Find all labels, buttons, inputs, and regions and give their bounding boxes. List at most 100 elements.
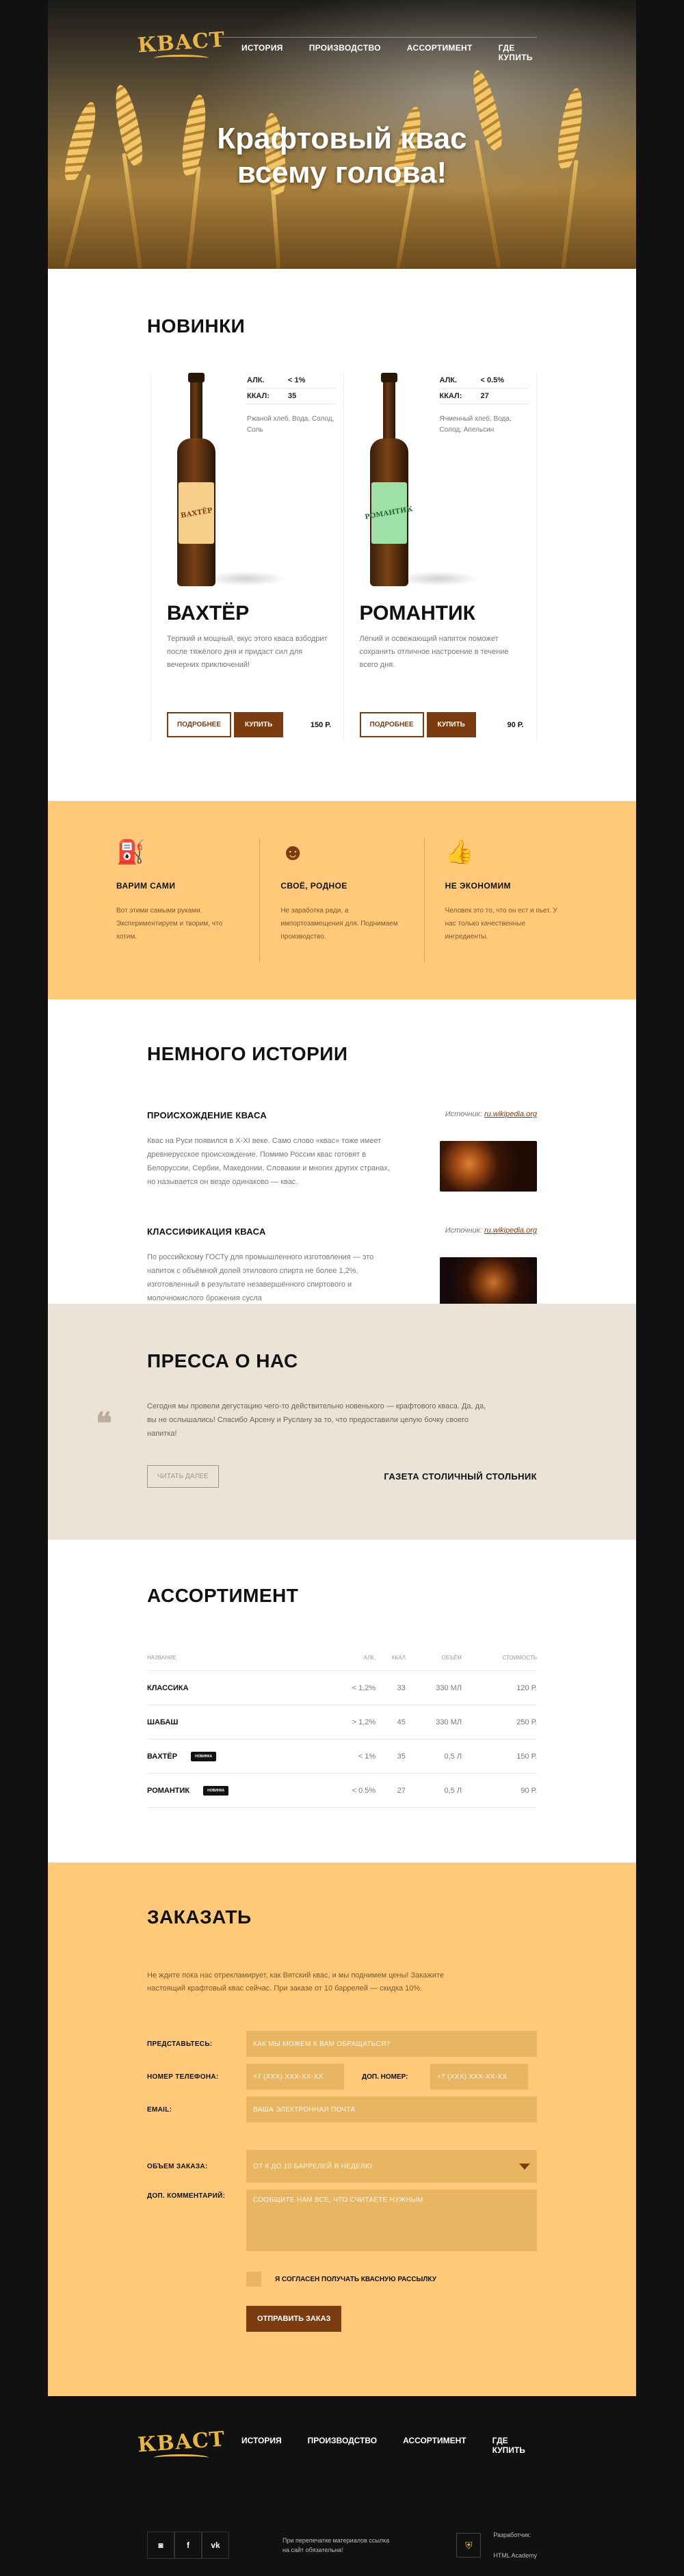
main-nav: КВАСТ ИСТОРИЯ ПРОИЗВОДСТВО АССОРТИМЕНТ Г… <box>48 0 636 103</box>
feature-item: ⛽ ВАРИМ САМИ Вот этими самыми руками. Эк… <box>96 839 261 962</box>
price-cell: 150 Р. <box>462 1739 537 1774</box>
footer-link-assortment[interactable]: АССОРТИМЕНТ <box>403 2436 466 2455</box>
alc-label: АЛК. <box>247 376 265 384</box>
bottle-label: РОМАНТИК <box>364 505 414 521</box>
nav-link-history[interactable]: ИСТОРИЯ <box>241 43 283 62</box>
email-label: EMAIL: <box>147 2105 172 2114</box>
hero: КВАСТ ИСТОРИЯ ПРОИЗВОДСТВО АССОРТИМЕНТ Г… <box>48 0 636 269</box>
phone-label: НОМЕР ТЕЛЕФОНА: <box>147 2073 219 2081</box>
product-price: 90 Р. <box>507 720 524 729</box>
history-item: ПРОИСХОЖДЕНИЕ КВАСА Источник: ru.wikiped… <box>147 1110 537 1226</box>
hero-title: Крафтовый квас всему голова! <box>48 122 636 190</box>
alc-value: < 0.5% <box>480 376 505 384</box>
chevron-down-icon <box>519 2163 530 2170</box>
product-card: ВАХТЁР АЛК. < 1% ККАЛ: 35 Ржаной хлеб, Вод… <box>150 373 344 742</box>
hero-title-line-2: всему голова! <box>237 156 447 189</box>
footer-logo[interactable]: КВАСТ <box>137 2427 226 2464</box>
footer-link-production[interactable]: ПРОИЗВОДСТВО <box>308 2436 377 2455</box>
source-link[interactable]: ru.wikipedia.org <box>484 1226 537 1235</box>
bottle-label: ВАХТЁР <box>179 506 213 520</box>
logo-text: КВАСТ <box>136 27 226 57</box>
subscribe-checkbox[interactable] <box>246 2272 261 2287</box>
footer-link-where-to-buy[interactable]: ГДЕ КУПИТЬ <box>492 2436 537 2455</box>
social-links: ◙ f vk <box>147 2532 229 2559</box>
volume-label: ОБЪЕМ ЗАКАЗА: <box>147 2162 208 2170</box>
feature-title: СВОЁ, РОДНОЕ <box>280 881 347 891</box>
read-more-button[interactable]: ЧИТАТЬ ДАЛЕЕ <box>147 1465 219 1488</box>
kcal-label: ККАЛ: <box>247 392 269 400</box>
ingredients: Ржаной хлеб, Вода, Солод, Соль <box>247 415 334 434</box>
facebook-icon[interactable]: f <box>174 2532 202 2559</box>
press-quote: Сегодня мы провели дегустацию чего-то де… <box>147 1402 486 1438</box>
footer: КВАСТ ИСТОРИЯ ПРОИЗВОДСТВО АССОРТИМЕНТ Г… <box>48 2396 636 2576</box>
feature-title: НЕ ЭКОНОМИМ <box>445 881 511 891</box>
submit-order-button[interactable]: ОТПРАВИТЬ ЗАКАЗ <box>246 2306 342 2332</box>
nav-link-where-to-buy[interactable]: ГДЕ КУПИТЬ <box>499 43 537 62</box>
footer-link-history[interactable]: ИСТОРИЯ <box>241 2436 282 2455</box>
comment-textarea[interactable]: СООБЩИТЕ НАМ ВСЕ, ЧТО СЧИТАЕТЕ НУЖНЫМ <box>246 2190 537 2251</box>
alc-value: < 1% <box>288 376 306 384</box>
section-title: НОВИНКИ <box>147 315 246 337</box>
source-link[interactable]: ru.wikipedia.org <box>484 1110 537 1118</box>
product-description: Терпкий и мощный, вкус этого кваса взбод… <box>167 635 328 669</box>
alc-cell: < 0.5% <box>324 1773 376 1808</box>
email-input[interactable]: ВАША ЭЛЕКТРОННАЯ ПОЧТА <box>246 2097 537 2122</box>
press-section: ПРЕССА О НАС ❝ Сегодня мы провели дегуст… <box>48 1304 636 1540</box>
volume-select[interactable]: ОТ 6 ДО 10 БАРРЕЛЕЙ В НЕДЕЛЮ <box>246 2150 537 2183</box>
new-products-section: НОВИНКИ ВАХТЁР АЛК. < 1% ККАЛ: 35 Ржаной х… <box>48 269 636 801</box>
bottle-image: РОМАНТИК <box>365 373 479 586</box>
buy-button[interactable]: КУПИТЬ <box>426 712 476 737</box>
ingredients: Ячменный хлеб, Вода, Солод, Апельсин <box>439 415 512 434</box>
history-section: НЕМНОГО ИСТОРИИ ПРОИСХОЖДЕНИЕ КВАСА Исто… <box>48 999 636 1308</box>
price-cell: 90 Р. <box>462 1773 537 1808</box>
more-button[interactable]: ПОДРОБНЕЕ <box>359 712 424 737</box>
thumbs-up-icon: 👍 <box>445 839 474 865</box>
kcal-cell: 35 <box>376 1739 406 1774</box>
section-title: ПРЕССА О НАС <box>147 1350 298 1371</box>
page: КВАСТ ИСТОРИЯ ПРОИЗВОДСТВО АССОРТИМЕНТ Г… <box>48 0 636 2576</box>
kvass-photo <box>440 1141 537 1192</box>
more-button[interactable]: ПОДРОБНЕЕ <box>167 712 232 737</box>
table-row: ВАХТЁР НОВИНКА < 1% 35 0,5 Л 150 Р. <box>147 1739 537 1774</box>
kcal-cell: 27 <box>376 1773 406 1808</box>
column-header: НАЗВАНИЕ <box>147 1655 325 1671</box>
extra-phone-label: ДОП. НОМЕР: <box>362 2073 408 2081</box>
buy-button[interactable]: КУПИТЬ <box>234 712 284 737</box>
price-cell: 250 Р. <box>462 1705 537 1739</box>
nav-link-assortment[interactable]: АССОРТИМЕНТ <box>407 43 473 62</box>
product-description: Лёгкий и освежающий напиток поможет сохр… <box>359 635 509 669</box>
alc-cell: > 1,2% <box>324 1705 376 1739</box>
volume-cell: 0,5 Л <box>405 1739 462 1774</box>
product-name: ШАБАШ <box>147 1718 179 1726</box>
history-source: Источник: ru.wikipedia.org <box>445 1110 537 1118</box>
instagram-icon[interactable]: ◙ <box>147 2532 174 2559</box>
developer-label: Разработчик: <box>493 2532 531 2538</box>
source-label: Источник: <box>445 1226 484 1235</box>
feature-text: Человек это то, что он ест и пьет. У нас… <box>445 907 557 941</box>
features-section: ⛽ ВАРИМ САМИ Вот этими самыми руками. Эк… <box>48 801 636 999</box>
column-header: ККАЛ <box>376 1655 406 1671</box>
developer-credit[interactable]: ⛨ Разработчик: HTML Academy <box>456 2525 537 2566</box>
column-header: АЛК. <box>324 1655 376 1671</box>
product-specs: АЛК. < 1% ККАЛ: 35 Ржаной хлеб, Вода, Соло… <box>247 373 336 436</box>
vk-icon[interactable]: vk <box>202 2532 229 2559</box>
kvass-photo <box>440 1257 537 1308</box>
alc-cell: < 1,2% <box>324 1670 376 1705</box>
product-specs: АЛК. < 0.5% ККАЛ: 27 Ячменный хлеб, Вода, … <box>439 373 529 436</box>
table-row: ШАБАШ > 1,2% 45 330 МЛ 250 Р. <box>147 1705 537 1739</box>
order-lead: Не ждите пока нас отрекламирует, как Вят… <box>147 1971 444 1993</box>
footer-nav: ИСТОРИЯ ПРОИЗВОДСТВО АССОРТИМЕНТ ГДЕ КУП… <box>215 2436 537 2455</box>
logo[interactable]: КВАСТ <box>137 27 226 64</box>
alc-cell: < 1% <box>324 1739 376 1774</box>
name-input[interactable]: КАК МЫ МОЖЕМ К ВАМ ОБРАЩАТЬСЯ? <box>246 2031 537 2057</box>
press-source: ГАЗЕТА СТОЛИЧНЫЙ СТОЛЬНИК <box>384 1471 537 1482</box>
extra-phone-input[interactable]: +7 (XXX) XXX-XX-XX <box>430 2064 528 2090</box>
order-section: ЗАКАЗАТЬ Не ждите пока нас отрекламирует… <box>48 1863 636 2396</box>
phone-input[interactable]: +7 (XXX) XXX-XX-XX <box>246 2064 344 2090</box>
section-title: НЕМНОГО ИСТОРИИ <box>147 1043 348 1064</box>
nav-link-production[interactable]: ПРОИЗВОДСТВО <box>309 43 381 62</box>
academy-shield-icon: ⛨ <box>456 2533 482 2558</box>
logo-text: КВАСТ <box>136 2427 226 2457</box>
history-item-text: По российскому ГОСТу для промышленного и… <box>147 1253 374 1302</box>
kcal-value: 35 <box>288 392 297 400</box>
